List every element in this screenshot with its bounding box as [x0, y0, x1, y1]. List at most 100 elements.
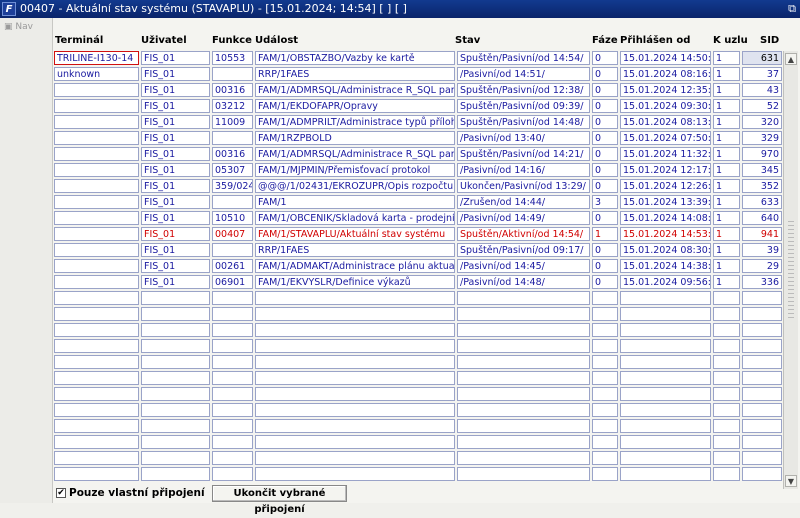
cell-node[interactable]: 1: [713, 67, 740, 81]
cell-node[interactable]: 1: [713, 51, 740, 65]
cell-terminal[interactable]: [54, 371, 139, 385]
cell-func[interactable]: [212, 243, 253, 257]
table-row[interactable]: FIS_01 RRP/1FAES Spuštěn/Pasivní/od 09:17/…: [53, 243, 783, 259]
cell-node[interactable]: 1: [713, 163, 740, 177]
cell-user[interactable]: [141, 419, 210, 433]
cell-phase[interactable]: [592, 435, 618, 449]
cell-state[interactable]: /Pasivní/od 14:48/: [457, 275, 590, 289]
cell-event[interactable]: [255, 451, 455, 465]
cell-user[interactable]: FIS_01: [141, 259, 210, 273]
cell-func[interactable]: [212, 435, 253, 449]
cell-terminal[interactable]: [54, 419, 139, 433]
cell-phase[interactable]: [592, 355, 618, 369]
table-row[interactable]: FIS_01 00261 FAM/1/ADMAKT/Administrace plá…: [53, 259, 783, 275]
cell-event[interactable]: FAM/1/EKVYSLR/Definice výkazů: [255, 275, 455, 289]
cell-login[interactable]: [620, 307, 711, 321]
cell-func[interactable]: [212, 307, 253, 321]
cell-login[interactable]: [620, 467, 711, 481]
cell-func[interactable]: 00407: [212, 227, 253, 241]
cell-sid[interactable]: 352: [742, 179, 782, 193]
cell-phase[interactable]: 1: [592, 227, 618, 241]
cell-login[interactable]: 15.01.2024 08:16:25: [620, 67, 711, 81]
cell-sid[interactable]: 345: [742, 163, 782, 177]
cell-func[interactable]: 00316: [212, 147, 253, 161]
cell-login[interactable]: 15.01.2024 12:26:17: [620, 179, 711, 193]
cell-phase[interactable]: 3: [592, 195, 618, 209]
cell-event[interactable]: [255, 371, 455, 385]
cell-event[interactable]: [255, 435, 455, 449]
cell-event[interactable]: FAM/1/MJPMIN/Přemisťovací protokol: [255, 163, 455, 177]
column-header-sid[interactable]: SID: [760, 35, 779, 49]
cell-login[interactable]: [620, 291, 711, 305]
cell-state[interactable]: [457, 355, 590, 369]
cell-phase[interactable]: 0: [592, 211, 618, 225]
cell-phase[interactable]: 0: [592, 243, 618, 257]
end-connection-button[interactable]: Ukončit vybrané připojení: [212, 485, 347, 515]
cell-state[interactable]: Spuštěn/Aktivní/od 14:54/: [457, 227, 590, 241]
cell-func[interactable]: 10553: [212, 51, 253, 65]
cell-sid[interactable]: [742, 291, 782, 305]
cell-sid[interactable]: [742, 403, 782, 417]
cell-user[interactable]: FIS_01: [141, 147, 210, 161]
column-header-event[interactable]: Událost: [255, 35, 298, 49]
cell-state[interactable]: [457, 419, 590, 433]
cell-sid[interactable]: [742, 339, 782, 353]
table-row[interactable]: [53, 355, 783, 371]
cell-terminal[interactable]: [54, 195, 139, 209]
cell-login[interactable]: 15.01.2024 07:50:47: [620, 131, 711, 145]
cell-login[interactable]: 15.01.2024 13:39:33: [620, 195, 711, 209]
cell-phase[interactable]: [592, 371, 618, 385]
cell-terminal[interactable]: [54, 211, 139, 225]
cell-event[interactable]: @@@/1/02431/EKROZUPR/Opis rozpočtu: [255, 179, 455, 193]
table-row[interactable]: FIS_01359/02431@@@/1/02431/EKROZUPR/Opis…: [53, 179, 783, 195]
cell-func[interactable]: [212, 403, 253, 417]
cell-login[interactable]: 15.01.2024 08:30:50: [620, 243, 711, 257]
cell-user[interactable]: [141, 387, 210, 401]
cell-node[interactable]: 1: [713, 195, 740, 209]
cell-node[interactable]: [713, 435, 740, 449]
cell-terminal[interactable]: [54, 307, 139, 321]
cell-func[interactable]: 06901: [212, 275, 253, 289]
cell-sid[interactable]: 52: [742, 99, 782, 113]
cell-event[interactable]: FAM/1/ADMRSQL/Administrace R_SQL paramet…: [255, 83, 455, 97]
cell-event[interactable]: FAM/1/OBCENIK/Skladová karta - prodejní …: [255, 211, 455, 225]
cell-event[interactable]: [255, 403, 455, 417]
cell-login[interactable]: 15.01.2024 08:13:10: [620, 115, 711, 129]
cell-terminal[interactable]: [54, 259, 139, 273]
cell-state[interactable]: /Zrušen/od 14:44/: [457, 195, 590, 209]
cell-state[interactable]: Spuštěn/Pasivní/od 09:17/: [457, 243, 590, 257]
cell-func[interactable]: 00261: [212, 259, 253, 273]
cell-event[interactable]: FAM/1: [255, 195, 455, 209]
cell-node[interactable]: 1: [713, 275, 740, 289]
cell-state[interactable]: /Pasivní/od 14:49/: [457, 211, 590, 225]
cell-terminal[interactable]: [54, 275, 139, 289]
cell-sid[interactable]: 640: [742, 211, 782, 225]
cell-state[interactable]: /Pasivní/od 14:51/: [457, 67, 590, 81]
cell-state[interactable]: [457, 339, 590, 353]
cell-sid[interactable]: 633: [742, 195, 782, 209]
cell-terminal[interactable]: [54, 131, 139, 145]
table-row[interactable]: FIS_01 06901 FAM/1/EKVYSLR/Definice výkazů…: [53, 275, 783, 291]
cell-func[interactable]: 359/02431: [212, 179, 253, 193]
cell-login[interactable]: [620, 339, 711, 353]
cell-sid[interactable]: 941: [742, 227, 782, 241]
cell-sid[interactable]: [742, 419, 782, 433]
table-row[interactable]: [53, 307, 783, 323]
cell-sid[interactable]: 39: [742, 243, 782, 257]
cell-sid[interactable]: 336: [742, 275, 782, 289]
cell-phase[interactable]: 0: [592, 179, 618, 193]
vertical-scrollbar[interactable]: ▲ ▼: [783, 51, 798, 489]
cell-terminal[interactable]: [54, 467, 139, 481]
cell-user[interactable]: FIS_01: [141, 67, 210, 81]
cell-user[interactable]: FIS_01: [141, 243, 210, 257]
table-row[interactable]: unknown FIS_01 RRP/1FAES/Pasivní/od 14:51/…: [53, 67, 783, 83]
cell-node[interactable]: [713, 291, 740, 305]
own-connections-checkbox[interactable]: ✔: [56, 488, 66, 498]
cell-user[interactable]: [141, 403, 210, 417]
table-row[interactable]: [53, 403, 783, 419]
cell-user[interactable]: [141, 307, 210, 321]
cell-user[interactable]: [141, 451, 210, 465]
cell-event[interactable]: [255, 339, 455, 353]
cell-state[interactable]: Spuštěn/Pasivní/od 14:48/: [457, 115, 590, 129]
cell-event[interactable]: RRP/1FAES: [255, 243, 455, 257]
